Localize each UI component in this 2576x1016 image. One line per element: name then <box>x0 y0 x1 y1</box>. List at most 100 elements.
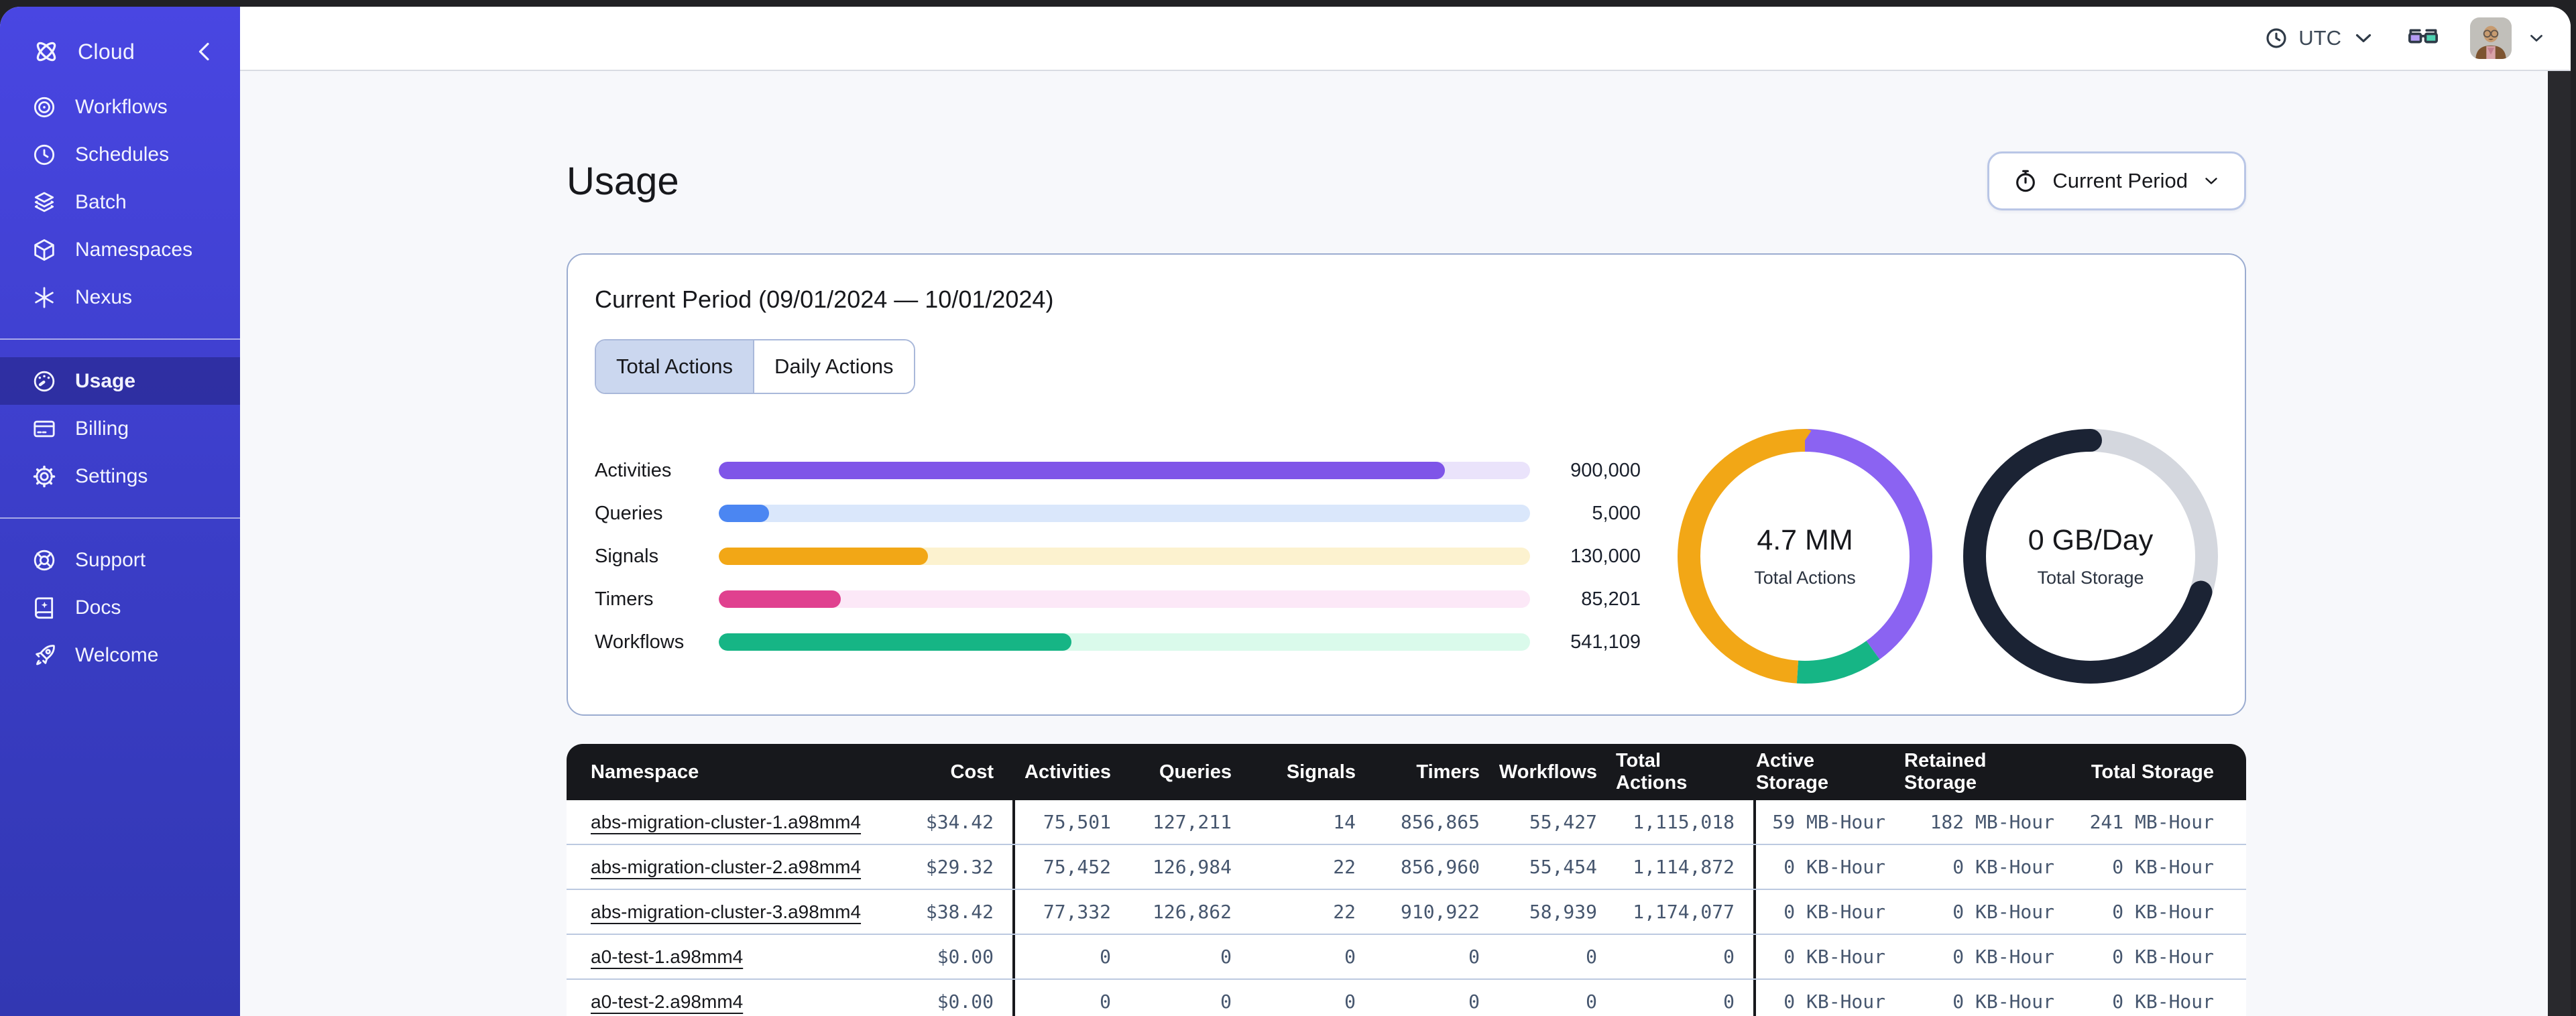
brand-label: Cloud <box>78 39 135 64</box>
period-selector-label: Current Period <box>2052 169 2188 192</box>
column-header-activities: Activities <box>1012 744 1130 800</box>
timezone-label: UTC <box>2298 26 2341 50</box>
usage-donut-charts: 4.7 MM Total Actions 0 GB/Day Total Storage <box>1678 429 2218 684</box>
bar-track <box>719 462 1530 479</box>
tab-total-actions[interactable]: Total Actions <box>596 340 754 393</box>
nav-main: Workflows Schedules Batch Namespaces Nexus <box>0 83 240 321</box>
brand-row: Cloud <box>0 7 240 67</box>
sidebar-item-batch[interactable]: Batch <box>0 178 240 226</box>
sidebar-item-namespaces[interactable]: Namespaces <box>0 226 240 273</box>
value-cell: 0 <box>1586 946 1597 968</box>
nav-help: Support Docs Welcome <box>0 536 240 679</box>
value-cell: 126,984 <box>1152 856 1232 878</box>
usage-summary-card: Current Period (09/01/2024 — 10/01/2024)… <box>567 253 2246 716</box>
donut-total-actions: 4.7 MM Total Actions <box>1678 429 1932 684</box>
value-cell: 0 KB-Hour <box>2112 991 2214 1013</box>
value-cell: 58,939 <box>1529 901 1597 923</box>
value-cell: 0 <box>1344 946 1356 968</box>
avatar[interactable] <box>2470 17 2512 59</box>
bar-fill <box>719 633 1072 651</box>
donut-value: 4.7 MM <box>1757 524 1853 556</box>
value-cell: $0.00 <box>937 946 994 968</box>
sidebar-item-schedules[interactable]: Schedules <box>0 131 240 178</box>
column-header-total-storage: Total Storage <box>2091 761 2214 783</box>
table-row: a0-test-2.a98mm4 $0.00 0 0 0 0 0 0 0 KB-Hour 0 KB… <box>567 980 2246 1016</box>
table-header-row: Namespace Cost Activities Queries Signals Tim… <box>567 744 2246 800</box>
value-cell: 0 KB-Hour <box>1753 890 1904 934</box>
column-header-total-actions: Total Actions <box>1616 750 1688 793</box>
timezone-selector[interactable]: UTC <box>2264 25 2376 51</box>
namespace-cell: abs-migration-cluster-3.a98mm4 <box>567 890 882 934</box>
value-cell: 14 <box>1333 811 1356 833</box>
value-cell: 0 <box>1723 991 1735 1013</box>
sidebar-collapse-button[interactable] <box>189 36 220 67</box>
sidebar: Cloud Workflows Schedules Batch Namespaces N… <box>0 7 240 1016</box>
column-header-active-storage: Active Storage <box>1753 744 1904 800</box>
usage-icon <box>31 368 58 395</box>
app-window: Cloud Workflows Schedules Batch Namespaces N… <box>0 7 2571 1016</box>
card-title: Current Period (09/01/2024 — 10/01/2024) <box>595 285 1054 313</box>
bar-limit-value: 5,000 <box>1592 502 1641 524</box>
sidebar-item-label: Workflows <box>75 95 168 118</box>
bar-track <box>719 505 1530 522</box>
value-cell: 0 KB-Hour <box>2112 946 2214 968</box>
appearance-toggle-button[interactable] <box>2406 21 2441 56</box>
sidebar-item-support[interactable]: Support <box>0 536 240 584</box>
bar-fill <box>719 462 1445 479</box>
docs-icon <box>31 594 58 621</box>
sidebar-divider <box>0 517 240 519</box>
bar-row-activities: Activities 900,000 <box>595 449 1641 492</box>
sidebar-item-label: Docs <box>75 596 121 619</box>
value-cell: 77,332 <box>1012 890 1130 934</box>
sidebar-item-label: Namespaces <box>75 238 193 261</box>
table-row: abs-migration-cluster-1.a98mm4 $34.42 75,5… <box>567 800 2246 845</box>
bar-row-workflows: Workflows 541,109 <box>595 621 1641 663</box>
value-cell: 1,114,872 <box>1633 856 1735 878</box>
sidebar-item-billing[interactable]: Billing <box>0 405 240 452</box>
bar-fill <box>719 505 770 522</box>
column-header-namespace: Namespace <box>591 761 699 783</box>
namespace-link[interactable]: a0-test-2.a98mm4 <box>591 991 743 1013</box>
namespace-link[interactable]: abs-migration-cluster-3.a98mm4 <box>591 901 861 923</box>
value-cell: 0 <box>1344 991 1356 1013</box>
chevron-down-icon <box>2526 28 2546 48</box>
sidebar-item-settings[interactable]: Settings <box>0 452 240 500</box>
tab-daily-actions[interactable]: Daily Actions <box>753 340 914 393</box>
sidebar-item-nexus[interactable]: Nexus <box>0 273 240 321</box>
namespace-link[interactable]: a0-test-1.a98mm4 <box>591 946 743 968</box>
column-header-queries: Queries <box>1159 761 1232 783</box>
namespace-link[interactable]: abs-migration-cluster-2.a98mm4 <box>591 856 861 878</box>
sidebar-item-welcome[interactable]: Welcome <box>0 631 240 679</box>
namespace-cell: a0-test-1.a98mm4 <box>567 935 882 978</box>
scrollbar[interactable] <box>2548 71 2571 1016</box>
sidebar-item-workflows[interactable]: Workflows <box>0 83 240 131</box>
table-row: a0-test-1.a98mm4 $0.00 0 0 0 0 0 0 0 KB-Hour 0 KB… <box>567 935 2246 980</box>
namespaces-icon <box>31 237 58 263</box>
sidebar-item-usage[interactable]: Usage <box>0 357 240 405</box>
value-cell: 910,922 <box>1400 901 1480 923</box>
donut-label: Total Storage <box>2037 568 2144 588</box>
bar-limit-value: 85,201 <box>1581 588 1641 610</box>
namespace-link[interactable]: abs-migration-cluster-1.a98mm4 <box>591 812 861 833</box>
bar-limit-value: 900,000 <box>1570 459 1641 481</box>
value-cell: 0 <box>1723 946 1735 968</box>
user-menu[interactable] <box>2470 17 2546 59</box>
column-header-timers: Timers <box>1416 761 1480 783</box>
sidebar-nav: Workflows Schedules Batch Namespaces Nexus Us… <box>0 83 240 679</box>
settings-icon <box>31 463 58 490</box>
bar-label: Signals <box>595 545 659 567</box>
batch-icon <box>31 189 58 216</box>
sidebar-item-docs[interactable]: Docs <box>0 584 240 631</box>
sidebar-item-label: Support <box>75 548 146 571</box>
bar-label: Workflows <box>595 631 685 653</box>
usage-bar-chart: Activities 900,000 Queries 5,000 Signals 130,… <box>595 449 1641 663</box>
value-cell: 127,211 <box>1152 811 1232 833</box>
table-row: abs-migration-cluster-2.a98mm4 $29.32 75,4… <box>567 845 2246 890</box>
value-cell: 0 KB-Hour <box>1952 946 2054 968</box>
column-header-workflows: Workflows <box>1499 761 1597 783</box>
period-selector-button[interactable]: Current Period <box>1987 151 2246 210</box>
topbar: UTC <box>240 7 2571 71</box>
value-cell: $34.42 <box>925 811 994 833</box>
column-header-cost: Cost <box>950 761 994 783</box>
bar-label: Queries <box>595 502 663 524</box>
